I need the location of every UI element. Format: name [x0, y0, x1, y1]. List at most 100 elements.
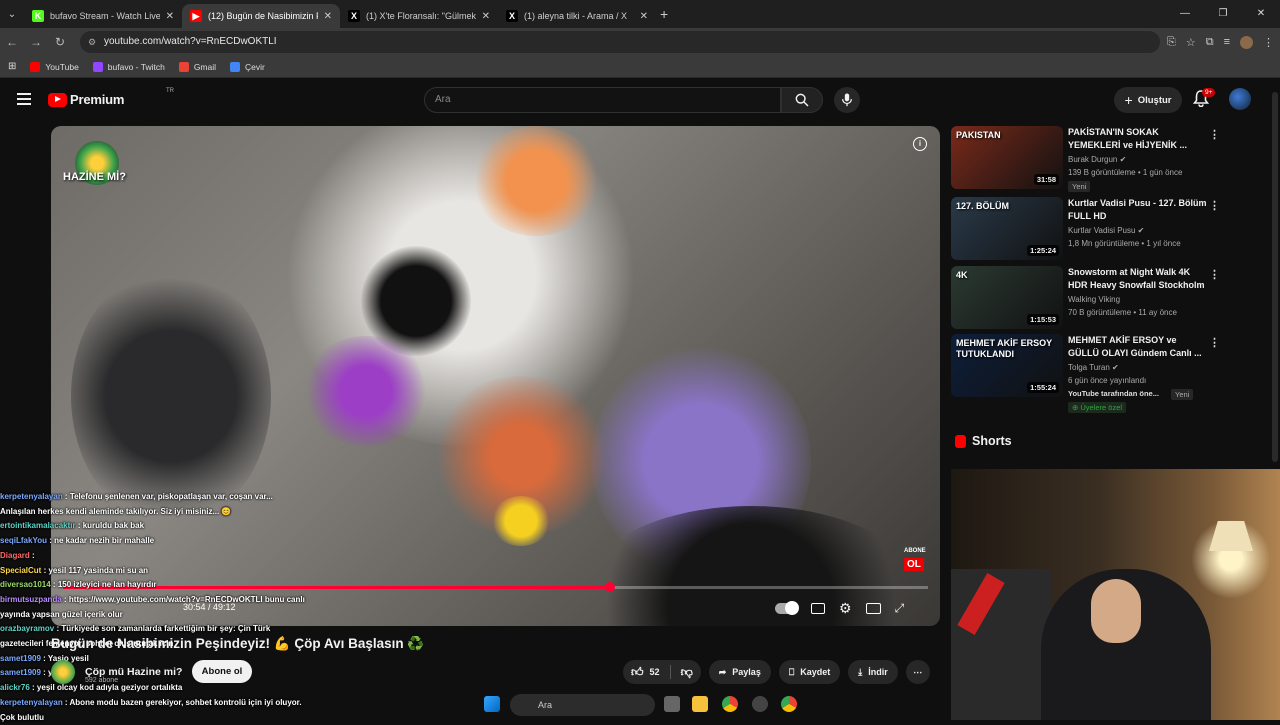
recommended-video[interactable]: 127. BÖLÜM 1:25:24 Kurtlar Vadisi Pusu - 1… [951, 197, 1269, 261]
recommended-title[interactable]: Kurtlar Vadisi Pusu - 127. Bölüm FULL HD [1068, 197, 1208, 223]
player-right-controls: ⚙ ⤢ [775, 600, 904, 617]
logo-country: TR [166, 88, 174, 94]
more-options-icon[interactable]: ⋮ [1209, 336, 1220, 349]
page-scrollbar[interactable] [1272, 92, 1278, 462]
recommended-video[interactable]: MEHMET AKİF ERSOY TUTUKLANDI 1:55:24 MEHME… [951, 334, 1269, 413]
search-button[interactable] [781, 87, 823, 113]
settings-gear-icon[interactable]: ⚙ [839, 600, 852, 617]
bookmark-item[interactable]: Çevir [230, 61, 265, 72]
recommended-video[interactable]: 4K 1:15:53 Snowstorm at Night Walk 4K HDR … [951, 266, 1269, 330]
menu-icon[interactable] [17, 93, 31, 108]
browser-tab-bar: ⌄ Kbufavo Stream - Watch Live on ✕ ▶ (12) B… [0, 0, 1280, 28]
chat-text: Anlaşılan herkes kendi aleminde takılıyo… [0, 506, 232, 516]
profile-icon[interactable] [1240, 35, 1253, 49]
channel-avatar[interactable] [51, 660, 75, 684]
chat-text: : kuruldu bak bak [75, 521, 145, 531]
close-window-icon[interactable]: ✕ [1242, 0, 1280, 28]
more-actions-button[interactable]: ⋯ [905, 660, 930, 684]
window-controls: — ❐ ✕ [1166, 0, 1280, 28]
tab-close-icon[interactable]: ✕ [166, 11, 174, 22]
info-icon[interactable]: i [913, 137, 927, 151]
new-tab-button[interactable]: + [660, 6, 668, 22]
bookmark-label: YouTube [45, 61, 79, 72]
tab-title: (12) Bugün de Nasibimizin P [208, 11, 318, 21]
recommended-channel[interactable]: Walking Viking [1068, 295, 1120, 304]
video-thumbnail[interactable]: 127. BÖLÜM 1:25:24 [951, 197, 1063, 260]
start-menu-icon[interactable] [484, 696, 500, 712]
media-icon[interactable]: ≡ [1224, 36, 1230, 48]
tab-close-icon[interactable]: ✕ [482, 11, 490, 22]
video-actions: 👍︎ 52 👎︎ ➦ Paylaş ⎕ Kaydet ⤓ İndir ⋯ [623, 660, 930, 684]
recommended-channel[interactable]: Kurtlar Vadisi Pusu ✔ [1068, 226, 1144, 235]
autoplay-toggle[interactable] [775, 601, 799, 615]
more-options-icon[interactable]: ⋮ [1209, 128, 1220, 141]
like-count: 52 [649, 667, 660, 677]
subscriber-count: 592 abone [85, 677, 119, 684]
fullscreen-icon[interactable]: ⤢ [895, 601, 905, 616]
theater-mode-icon[interactable] [865, 603, 881, 614]
reload-icon[interactable]: ↻ [48, 35, 72, 49]
thumbs-down-icon[interactable]: 👎︎ [681, 665, 693, 680]
recommended-title[interactable]: PAKİSTAN'IN SOKAK YEMEKLERİ ve HİJYENİK … [1068, 126, 1208, 152]
video-thumbnail[interactable]: PAKISTAN 31:58 [951, 126, 1063, 189]
subscribe-overlay[interactable]: ABONE OL [904, 548, 932, 572]
like-button[interactable]: 👍︎ 52 [631, 665, 660, 680]
video-thumbnail[interactable]: MEHMET AKİF ERSOY TUTUKLANDI 1:55:24 [951, 334, 1063, 397]
new-badge: Yeni [1068, 181, 1091, 192]
chrome-active-icon[interactable] [781, 696, 797, 712]
channel-watermark[interactable]: HAZİNE Mİ? [63, 141, 133, 195]
share-icon: ➦ [718, 666, 727, 677]
bookmark-item[interactable]: bufavo - Twitch [92, 61, 165, 72]
voice-search-button[interactable] [834, 87, 860, 113]
browser-tab[interactable]: Kbufavo Stream - Watch Live on ✕ [24, 4, 182, 28]
subscribe-button[interactable]: Abone ol [192, 660, 252, 683]
create-button[interactable]: + Oluştur [1114, 87, 1182, 113]
more-options-icon[interactable]: ⋮ [1209, 268, 1220, 281]
recommended-title[interactable]: MEHMET AKİF ERSOY ve GÜLLÜ OLAYI Gündem … [1068, 334, 1208, 360]
recommended-video[interactable]: PAKISTAN 31:58 PAKİSTAN'IN SOKAK YEMEKLERİ… [951, 126, 1269, 192]
site-info-icon[interactable]: ⚙ [88, 31, 96, 53]
bookmark-star-icon[interactable]: ☆ [1186, 36, 1196, 49]
thumbs-up-icon: 👍︎ [631, 664, 644, 679]
extensions-icon[interactable]: ⧉ [1206, 36, 1214, 49]
install-icon[interactable]: ⎘ [1167, 36, 1176, 49]
tab-close-icon[interactable]: ✕ [640, 11, 648, 22]
maximize-icon[interactable]: ❐ [1204, 0, 1242, 28]
taskbar-search[interactable]: Ara [510, 694, 655, 716]
subtitles-icon[interactable] [811, 603, 825, 614]
save-button[interactable]: ⎕ Kaydet [778, 660, 841, 684]
browser-tab[interactable]: ▶ (12) Bugün de Nasibimizin P ✕ [182, 4, 340, 28]
more-options-icon[interactable]: ⋮ [1209, 199, 1220, 212]
back-icon[interactable]: ← [0, 35, 24, 49]
bookmark-icon [30, 61, 41, 72]
share-button[interactable]: ➦ Paylaş [708, 660, 771, 684]
file-explorer-icon[interactable] [692, 696, 708, 712]
bookmark-item[interactable]: YouTube [30, 61, 79, 72]
tab-search-icon[interactable]: ⌄ [0, 9, 24, 20]
chrome-icon[interactable] [722, 696, 738, 712]
minimize-icon[interactable]: — [1166, 0, 1204, 28]
chat-text: : https://www.youtube.com/watch?v=RnECDw… [61, 594, 305, 604]
video-frame-glove [71, 266, 271, 526]
apps-grid-icon[interactable]: ⊞ [8, 61, 16, 72]
account-avatar[interactable] [1229, 88, 1251, 110]
search-input[interactable]: Ara [424, 87, 781, 113]
download-button[interactable]: ⤓ İndir [848, 660, 898, 684]
microphone-icon [841, 93, 853, 107]
menu-dots-icon[interactable]: ⋮ [1263, 36, 1274, 49]
recommended-channel[interactable]: Burak Durgun ✔ [1068, 155, 1126, 164]
recommended-title[interactable]: Snowstorm at Night Walk 4K HDR Heavy Sno… [1068, 266, 1208, 292]
chat-text: : yesil 117 yasinda mi su an [41, 565, 149, 575]
tab-close-icon[interactable]: ✕ [324, 11, 332, 22]
video-thumbnail[interactable]: 4K 1:15:53 [951, 266, 1063, 329]
steam-icon[interactable] [752, 696, 768, 712]
recommended-channel[interactable]: Tolga Turan ✔ [1068, 363, 1119, 372]
progress-scrubber[interactable] [604, 582, 615, 592]
forward-icon[interactable]: → [24, 35, 48, 49]
url-field[interactable]: ⚙ youtube.com/watch?v=RnECDwOKTLI [80, 31, 1160, 53]
browser-tab[interactable]: X (1) aleyna tilki - Arama / X ✕ [498, 4, 656, 28]
task-view-icon[interactable] [664, 696, 680, 712]
bookmark-item[interactable]: Gmail [178, 61, 216, 72]
browser-tab[interactable]: X (1) X'te Floransalı: "Gülmekten ö ✕ [340, 4, 498, 28]
youtube-logo[interactable]: Premium TR [48, 88, 174, 107]
